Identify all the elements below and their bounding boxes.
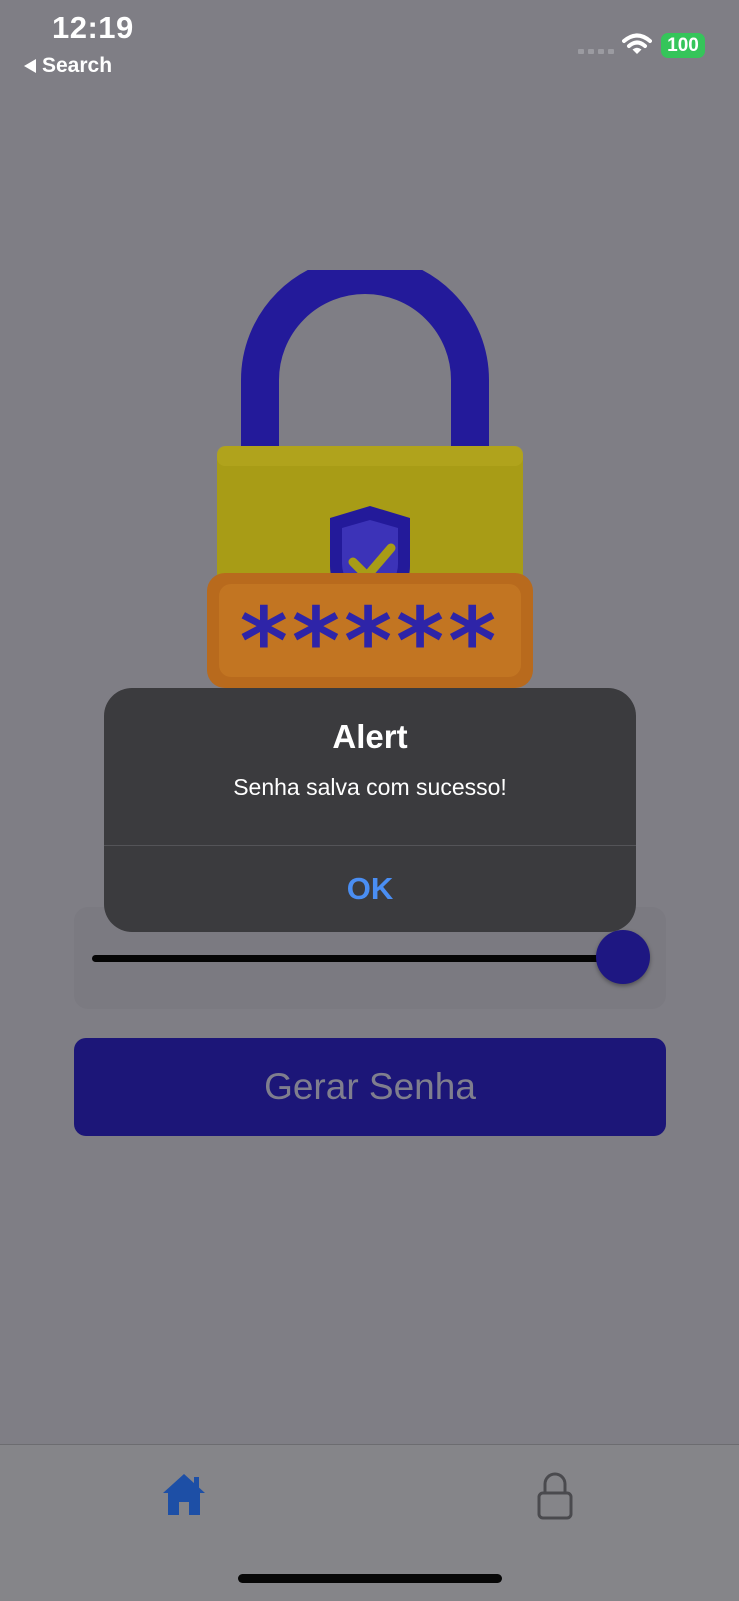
length-slider-thumb[interactable] bbox=[596, 930, 650, 984]
masked-password-text: ***** bbox=[240, 588, 501, 690]
alert-message: Senha salva com sucesso! bbox=[233, 774, 507, 800]
home-indicator bbox=[238, 1574, 502, 1583]
back-label: Search bbox=[42, 54, 113, 77]
back-to-search-button[interactable]: Search bbox=[24, 54, 112, 78]
alert-ok-button[interactable]: OK bbox=[104, 846, 636, 932]
cellular-signal-icon bbox=[578, 49, 614, 54]
lock-icon[interactable] bbox=[535, 1471, 575, 1521]
home-icon[interactable] bbox=[160, 1471, 208, 1517]
generate-password-button[interactable]: Gerar Senha bbox=[74, 1038, 666, 1136]
back-arrow-icon bbox=[24, 59, 36, 73]
wifi-icon bbox=[622, 33, 652, 54]
padlock-password-icon: ***** bbox=[207, 270, 533, 690]
battery-indicator: 100 bbox=[661, 33, 705, 58]
alert-dialog: Alert Senha salva com sucesso! OK bbox=[104, 688, 636, 932]
length-slider-track[interactable] bbox=[92, 955, 627, 962]
status-time: 12:19 bbox=[52, 10, 134, 45]
alert-title: Alert bbox=[332, 718, 408, 755]
